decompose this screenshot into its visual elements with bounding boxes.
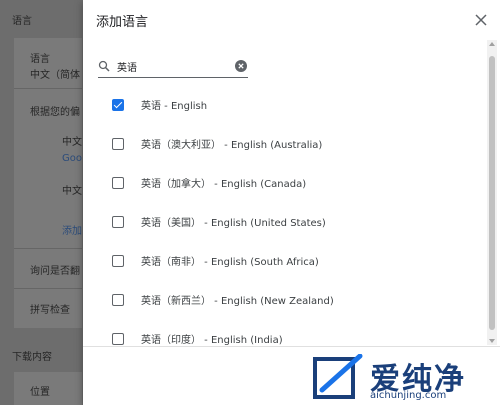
scrollbar-thumb[interactable] xyxy=(489,56,495,330)
divider xyxy=(14,248,82,249)
language-option-label: 英语（澳大利亚） - English (Australia) xyxy=(141,140,323,151)
language-entry-a-sub: Goo xyxy=(62,153,82,164)
list-item[interactable]: 英语（印度） - English (India) xyxy=(83,319,483,346)
watermark-url: aichunjing.com xyxy=(370,390,447,401)
logo-icon xyxy=(313,354,363,399)
divider xyxy=(14,288,82,289)
scroll-down-arrow-icon[interactable] xyxy=(489,339,495,343)
checkbox[interactable] xyxy=(112,332,124,345)
language-option-label: 英语（美国） - English (United States) xyxy=(141,218,326,229)
dialog-title: 添加语言 xyxy=(96,15,149,30)
checkbox[interactable] xyxy=(112,137,124,150)
close-icon xyxy=(475,14,487,26)
section-title-language: 语言 xyxy=(12,16,32,27)
language-value: 中文（简体 xyxy=(30,70,80,81)
list-item[interactable]: 英语（美国） - English (United States) xyxy=(83,202,483,241)
list-item[interactable]: 英语（澳大利亚） - English (Australia) xyxy=(83,124,483,163)
search-icon xyxy=(98,60,110,72)
list-item[interactable]: 英语（加拿大） - English (Canada) xyxy=(83,163,483,202)
add-languages-link[interactable]: 添加 xyxy=(62,222,82,237)
checkbox[interactable] xyxy=(112,293,124,306)
spellcheck-label[interactable]: 拼写检查 xyxy=(30,301,70,316)
close-button[interactable] xyxy=(471,10,491,30)
language-entry-b: 中文 xyxy=(62,186,82,197)
list-item[interactable]: 英语（新西兰） - English (New Zealand) xyxy=(83,280,483,319)
translate-text: 询问是否翻 xyxy=(30,266,80,277)
watermark-logo: 爱纯净 aichunjing.com xyxy=(310,352,500,405)
search-field[interactable] xyxy=(98,56,248,78)
language-label: 语言 xyxy=(30,54,50,65)
language-option-label: 英语（南非） - English (South Africa) xyxy=(141,257,319,268)
divider xyxy=(14,88,82,89)
language-option-label: 英语（印度） - English (India) xyxy=(141,335,283,346)
location-label: 位置 xyxy=(30,387,50,398)
language-option-label: 英语（新西兰） - English (New Zealand) xyxy=(141,296,334,307)
list-item[interactable]: 英语（南非） - English (South Africa) xyxy=(83,241,483,280)
search-input[interactable] xyxy=(117,58,227,74)
list-item[interactable]: 英语 - English xyxy=(83,85,483,124)
language-entry-a: 中文 xyxy=(62,137,82,148)
add-language-dialog: 添加语言 英语 - English 英语（澳大利亚） - English (Au… xyxy=(83,0,500,405)
section-title-downloads: 下载内容 xyxy=(12,352,52,363)
scrollbar[interactable] xyxy=(487,40,497,345)
language-option-label: 英语（加拿大） - English (Canada) xyxy=(141,179,307,190)
clear-search-icon[interactable] xyxy=(235,60,247,72)
checkbox[interactable] xyxy=(112,215,124,228)
checkbox[interactable] xyxy=(112,176,124,189)
language-list: 英语 - English 英语（澳大利亚） - English (Austral… xyxy=(83,84,483,346)
footer-divider xyxy=(83,346,500,347)
scroll-up-arrow-icon[interactable] xyxy=(489,42,495,46)
checkbox[interactable] xyxy=(112,254,124,267)
prefer-text: 根据您的偏 xyxy=(30,107,80,118)
language-option-label: 英语 - English xyxy=(141,101,208,112)
checkbox-checked[interactable] xyxy=(112,98,124,111)
